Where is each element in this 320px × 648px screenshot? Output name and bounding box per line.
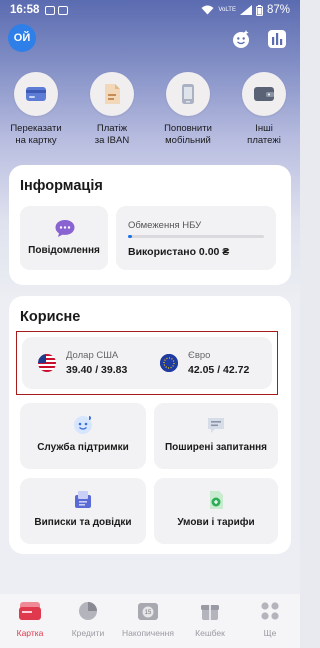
support-chat-icon (72, 414, 94, 441)
nbu-limit-title: Обмеження НБУ (128, 220, 202, 231)
chatbot-button[interactable] (228, 26, 254, 52)
notification-icon (45, 5, 56, 15)
quick-action-label: Інші платежі (247, 123, 281, 146)
signal-icon (239, 5, 252, 15)
quick-action-label: Поповнити мобільний (164, 123, 212, 146)
nav-credits[interactable]: Кредити (58, 600, 118, 638)
quick-action-card-transfer[interactable]: Переказати на картку (4, 72, 68, 147)
nav-label: Ще (263, 628, 277, 638)
analytics-button[interactable] (264, 26, 290, 52)
useful-title: Корисне (20, 309, 81, 325)
usd-rate-value: 39.40 / 39.83 (66, 364, 128, 376)
notifications-label: Повідомлення (28, 245, 100, 256)
faq-label: Поширені запитання (164, 442, 267, 453)
iban-document-icon (90, 72, 134, 116)
nav-cashback[interactable]: Кешбек (180, 600, 240, 638)
statement-icon (72, 489, 94, 516)
status-notification-icons (45, 5, 69, 15)
quick-action-other-payments[interactable]: Інші платежі (232, 72, 296, 147)
gift-icon (180, 600, 240, 622)
nav-more[interactable]: Ще (240, 600, 300, 638)
battery-icon (255, 4, 263, 16)
nbu-limit-tile[interactable] (116, 206, 276, 270)
nav-label: Кредити (71, 628, 105, 638)
nav-label: Накопичення (122, 628, 174, 638)
wallet-icon (242, 72, 286, 116)
usd-rate-name: Долар США (66, 350, 119, 361)
nav-card[interactable]: Картка (0, 600, 60, 638)
tariffs-label: Умови і тарифи (177, 517, 255, 528)
quick-action-iban[interactable]: Платіж за IBAN (80, 72, 144, 147)
nbu-limit-used: Використано 0.00 ₴ (128, 246, 230, 258)
nbu-limit-progress-bar (128, 235, 264, 238)
card-stack-icon (0, 600, 60, 622)
eu-flag-icon (160, 354, 178, 372)
nav-savings[interactable]: 15 Накопичення (118, 600, 178, 638)
info-title: Інформація (20, 178, 103, 194)
statements-label: Виписки та довідки (34, 517, 132, 528)
nbu-limit-progress-fill (128, 235, 133, 238)
mobile-phone-icon (166, 72, 210, 116)
profile-avatar[interactable]: ОЙ (8, 24, 36, 52)
pie-chart-icon (58, 600, 118, 622)
battery-level: 87% (266, 4, 290, 16)
smile-bot-icon (233, 30, 249, 48)
quick-action-mobile-topup[interactable]: Поповнити мобільний (156, 72, 220, 147)
us-flag-icon (38, 354, 56, 372)
eur-rate-value: 42.05 / 42.72 (188, 364, 250, 376)
quick-action-label: Платіж за IBAN (94, 123, 130, 146)
tariffs-icon (205, 489, 227, 516)
grid-dots-icon (240, 600, 300, 622)
wifi-icon (201, 5, 214, 15)
support-label: Служба підтримки (37, 442, 129, 453)
status-time: 16:58 (10, 4, 40, 16)
chat-bubble-icon (54, 218, 76, 243)
network-label: VoLTE (218, 7, 236, 13)
card-transfer-icon (14, 72, 58, 116)
chart-bars-icon (268, 30, 286, 48)
exchange-rates-tile[interactable] (22, 337, 272, 389)
svg-text:15: 15 (145, 610, 152, 616)
faq-icon (205, 414, 227, 441)
eur-rate-name: Євро (188, 350, 211, 361)
image-icon (58, 5, 69, 15)
quick-action-label: Переказати на картку (10, 123, 62, 146)
status-bar: 16:58 VoLTE 87% (0, 0, 300, 20)
calendar-savings-icon: 15 (118, 600, 178, 622)
status-right: VoLTE 87% (201, 4, 290, 16)
nav-label: Кешбек (195, 628, 225, 638)
nav-label: Картка (16, 628, 44, 638)
